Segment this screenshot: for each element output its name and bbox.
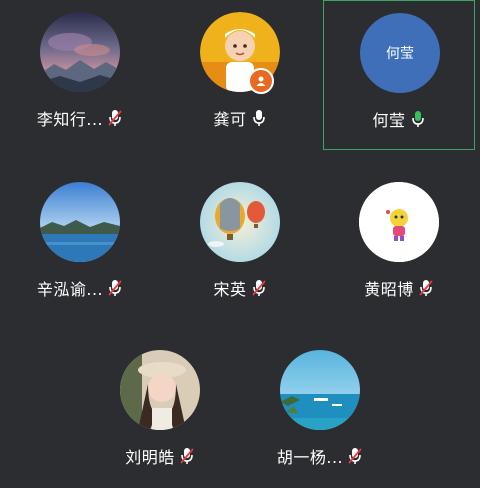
participant-tile-3-active[interactable]: 何莹 何莹 xyxy=(323,0,475,150)
person-icon xyxy=(256,76,266,86)
mic-muted-icon[interactable] xyxy=(107,278,123,298)
participant-name: 宋英 xyxy=(213,280,247,299)
participant-name: 李知行... xyxy=(36,110,104,129)
participant-avatar xyxy=(40,12,120,92)
participant-tile-2[interactable]: 龚可 xyxy=(164,0,316,150)
participant-avatar xyxy=(120,350,200,430)
participant-avatar xyxy=(359,182,439,262)
participant-tile-7[interactable]: 刘明皓 xyxy=(84,338,236,488)
participant-name: 龚可 xyxy=(213,110,247,129)
avatar-initials: 何莹 xyxy=(386,46,414,62)
participant-tile-4[interactable]: 辛泓谕... xyxy=(4,170,156,320)
mic-speaking-icon[interactable] xyxy=(410,109,426,129)
participant-name: 刘明皓 xyxy=(125,448,175,467)
participant-avatar xyxy=(200,12,280,94)
participant-tile-5[interactable]: 宋英 xyxy=(164,170,316,320)
host-badge xyxy=(248,68,274,94)
participant-avatar xyxy=(280,350,360,430)
participant-name: 辛泓谕... xyxy=(36,280,104,299)
participant-tile-8[interactable]: 胡一杨... xyxy=(244,338,396,488)
participant-name: 何莹 xyxy=(372,111,406,130)
participant-name: 黄昭博 xyxy=(364,280,414,299)
participant-name: 胡一杨... xyxy=(276,448,344,467)
mic-muted-icon[interactable] xyxy=(179,446,195,466)
mic-on-icon[interactable] xyxy=(251,108,267,128)
participant-avatar: 何莹 xyxy=(360,13,440,93)
participant-tile-6[interactable]: 黄昭博 xyxy=(323,170,475,320)
participant-avatar xyxy=(40,182,120,262)
mic-muted-icon[interactable] xyxy=(418,278,434,298)
mic-muted-icon[interactable] xyxy=(251,278,267,298)
participant-avatar xyxy=(200,182,280,262)
mic-muted-icon[interactable] xyxy=(347,446,363,466)
participant-tile-1[interactable]: 李知行... xyxy=(4,0,156,150)
mic-muted-icon[interactable] xyxy=(107,108,123,128)
